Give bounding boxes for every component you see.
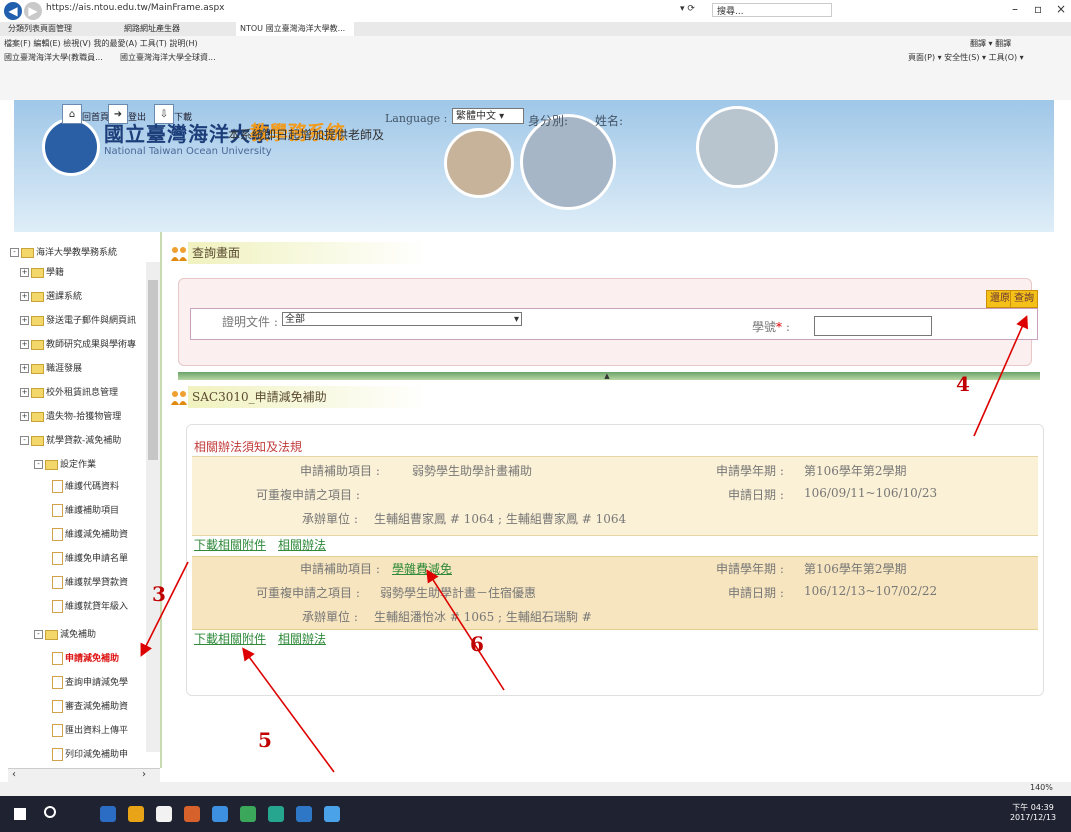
system-clock[interactable]: 下午 04:39 2017/12/13 [1008,802,1058,822]
edge-icon[interactable] [212,806,228,822]
windows-start-icon[interactable] [14,808,26,820]
annotation-5: 5 [258,728,272,752]
browser-status-bar: 140% [0,782,1071,796]
annotation-6: 6 [470,632,484,656]
store-icon[interactable] [156,806,172,822]
chrome-icon[interactable] [240,806,256,822]
search-icon[interactable] [44,806,56,818]
app-icon[interactable] [268,806,284,822]
file-explorer-icon[interactable] [128,806,144,822]
annotation-3: 3 [152,582,166,606]
word-icon[interactable] [296,806,312,822]
firefox-icon[interactable] [184,806,200,822]
clock-time: 下午 04:39 [1012,803,1054,812]
task-view-icon[interactable] [100,806,116,822]
annotation-4: 4 [956,372,970,396]
annotation-arrows [140,315,1028,773]
zoom-level[interactable]: 140% [1030,783,1053,792]
ie-icon[interactable] [324,806,340,822]
clock-date: 2017/12/13 [1009,813,1057,822]
